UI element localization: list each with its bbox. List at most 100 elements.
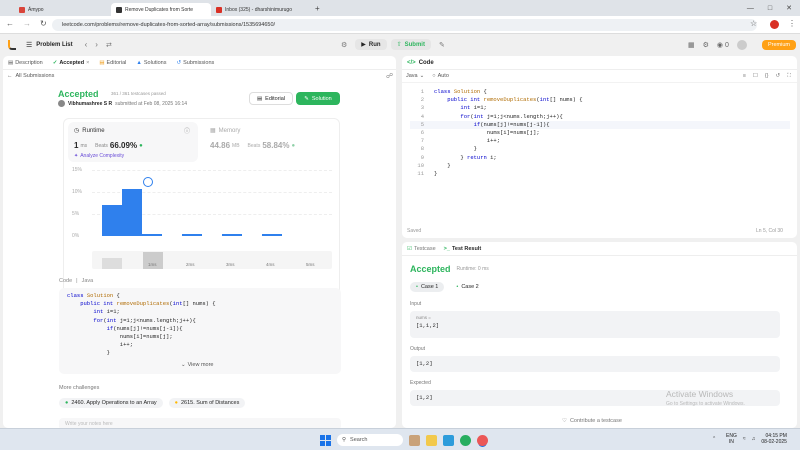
search-icon: ⚲ <box>342 437 347 443</box>
edge-icon[interactable] <box>460 434 471 446</box>
chrome-icon[interactable] <box>477 434 488 446</box>
next-problem-icon[interactable]: › <box>95 40 98 49</box>
more-challenges-heading: More challenges <box>59 385 100 391</box>
user-avatar[interactable] <box>736 40 747 50</box>
language-select[interactable]: Java ⌄ <box>406 73 424 79</box>
notes-input[interactable]: Write your notes here <box>59 418 341 428</box>
reset-icon[interactable]: ↺ <box>776 73 781 79</box>
chart-bar[interactable] <box>142 234 162 236</box>
chart-bar[interactable] <box>222 234 242 236</box>
tab-accepted[interactable]: ✓ Accepted × <box>53 60 90 66</box>
debug-icon[interactable]: ⚙ <box>341 41 347 49</box>
case-tab-active[interactable]: • Case 1 <box>410 282 445 292</box>
browser-tab[interactable]: Inbox (325) - dharshinimurugo <box>211 3 311 16</box>
taskbar-search[interactable]: ⚲ Search <box>337 434 403 446</box>
history-icon: ↺ <box>176 59 182 66</box>
analyze-complexity-link[interactable]: Analyze Complexity <box>80 153 124 159</box>
tab-title: Inbox (325) - dharshinimurugo <box>225 6 292 13</box>
browser-tab-active[interactable]: Remove Duplicates from Sorte <box>111 3 211 16</box>
browser-tab[interactable]: Ámypo <box>14 3 111 16</box>
streak-counter[interactable]: ◉ 0 <box>716 41 729 50</box>
solution-button[interactable]: ✎ Solution <box>296 92 340 105</box>
chart-bar[interactable] <box>262 234 282 236</box>
volume-icon[interactable]: ♫ <box>752 436 756 442</box>
info-icon[interactable]: ⓘ <box>184 126 190 135</box>
maximize-icon[interactable]: □ <box>768 5 772 12</box>
share-icon[interactable]: ☍ <box>386 72 393 80</box>
tab-solutions[interactable]: ▲ Solutions <box>136 60 166 66</box>
y-tick-label: 15% <box>72 167 83 173</box>
format-icon[interactable]: ≡ <box>743 73 746 79</box>
minimize-icon[interactable]: — <box>747 5 754 12</box>
bookmark-icon[interactable]: ☐ <box>753 73 758 79</box>
chart-bar[interactable] <box>102 204 122 236</box>
clock-icon: ◷ <box>74 128 80 134</box>
view-more-link[interactable]: ⌄ View more <box>181 362 214 368</box>
editorial-button[interactable]: ▤ Editorial <box>249 92 293 105</box>
beats-label: Beats <box>247 142 261 149</box>
editor-line: 7 i++; <box>410 137 790 145</box>
problem-list-link[interactable]: Problem List <box>36 42 72 48</box>
sparkle-icon: ✦ <box>74 153 79 159</box>
tab-description[interactable]: ▤ Description <box>8 60 43 66</box>
tab-editorial[interactable]: ▤ Editorial <box>99 60 126 66</box>
braces-icon[interactable]: {} <box>765 73 769 79</box>
range-overview[interactable]: 1ms 2ms 3ms 4ms 5ms <box>92 251 332 269</box>
challenge-chip[interactable]: ● 2615. Sum of Distances <box>168 398 246 408</box>
settings-gear-icon[interactable]: ⚙ <box>703 41 709 49</box>
code-area[interactable]: 1 class Solution { 2 public int removeDup… <box>410 88 790 208</box>
lang-region: IN <box>728 439 734 445</box>
search-label: Search <box>350 437 368 443</box>
chart-bar[interactable] <box>122 189 142 236</box>
new-tab-button[interactable]: + <box>315 4 320 13</box>
output-box: [1,2] <box>410 356 780 372</box>
leetcode-logo-icon[interactable] <box>8 40 16 50</box>
overview-label: 5ms <box>306 262 315 267</box>
wifi-icon[interactable]: ≈ <box>743 436 746 442</box>
challenge-chip[interactable]: ● 2460. Apply Operations to an Array <box>59 398 163 408</box>
prev-problem-icon[interactable]: ‹ <box>85 40 88 49</box>
close-window-icon[interactable]: ✕ <box>786 4 792 12</box>
bookmark-star-icon[interactable]: ☆ <box>750 19 757 28</box>
chart-bar[interactable] <box>182 234 202 236</box>
editor-line: 8 } <box>410 145 790 153</box>
auto-mode-toggle[interactable]: ○ Auto <box>432 73 449 79</box>
language-indicator[interactable]: ENG IN <box>726 433 737 445</box>
close-tab-icon[interactable]: × <box>86 60 89 66</box>
fullscreen-icon[interactable]: ⛶ <box>787 73 791 80</box>
memory-box[interactable]: ▦ Memory 44.86 MB Beats 58.84% ● <box>206 122 336 162</box>
profile-avatar-icon[interactable] <box>770 20 779 29</box>
menu-icon[interactable]: ⋮ <box>788 19 796 28</box>
contribute-testcase-link[interactable]: ♡ Contribute a testcase <box>562 418 622 424</box>
all-submissions-link[interactable]: ← All Submissions <box>7 73 54 79</box>
case-tab[interactable]: • Case 2 <box>450 282 485 292</box>
y-tick-label: 0% <box>72 233 80 239</box>
submit-button[interactable]: ⇧ Submit <box>390 39 431 50</box>
editor-line: 11} <box>410 170 790 178</box>
windows-start-icon[interactable] <box>320 434 331 446</box>
runtime-box[interactable]: ◷ Runtime ⓘ 1 ms Beats 66.09% ● ✦ Analyz… <box>68 122 198 162</box>
tab-testcase[interactable]: ☑ Testcase <box>407 246 436 252</box>
widget-icon[interactable] <box>409 434 420 446</box>
file-explorer-icon[interactable] <box>426 434 437 446</box>
forward-icon[interactable]: → <box>23 19 31 28</box>
notes-icon[interactable]: ✎ <box>439 41 445 49</box>
url-field[interactable]: leetcode.com/problems/remove-duplicates-… <box>52 19 757 31</box>
run-button[interactable]: ▶ Run <box>355 39 387 50</box>
language-value: Java <box>406 73 418 79</box>
clock[interactable]: 04:15 PM 08-02-2025 <box>761 433 787 445</box>
premium-button[interactable]: Premium <box>762 40 797 50</box>
store-icon[interactable] <box>443 434 454 446</box>
chevron-up-icon[interactable]: ⌃ <box>712 436 716 442</box>
tab-submissions[interactable]: ↺ Submissions <box>176 60 214 66</box>
back-icon[interactable]: ← <box>6 19 14 28</box>
reload-icon[interactable]: ↻ <box>40 19 47 28</box>
shuffle-icon[interactable]: ⇄ <box>106 41 112 49</box>
tab-label: Solutions <box>143 59 167 66</box>
author-name[interactable]: Vibhumashree S R <box>68 101 112 107</box>
code-lang: Java <box>81 278 94 284</box>
fire-icon: ◉ <box>716 42 724 49</box>
tab-test-result[interactable]: >_ Test Result <box>444 246 482 252</box>
input-value: [1,1,2] <box>416 322 440 329</box>
layout-icon[interactable]: ▦ <box>688 41 695 49</box>
